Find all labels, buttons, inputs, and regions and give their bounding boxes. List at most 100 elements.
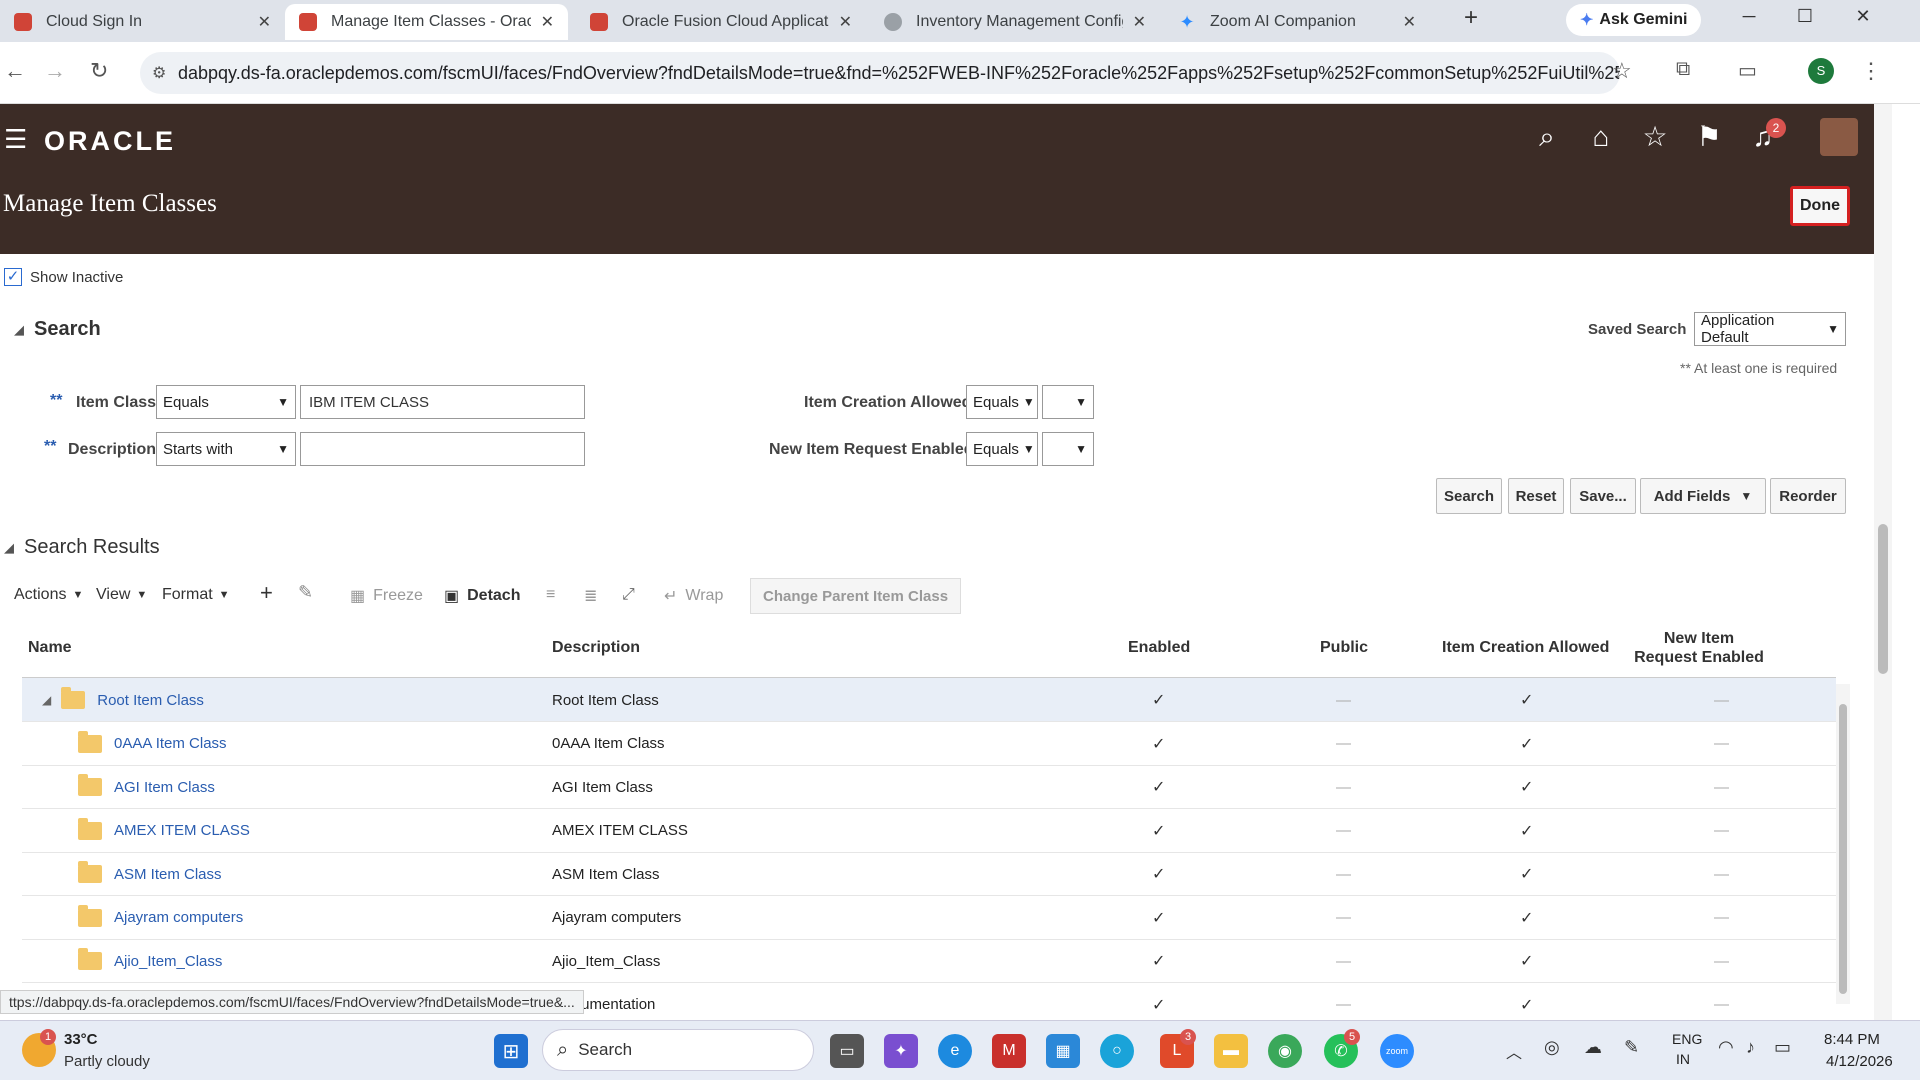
browser-menu-icon[interactable]: ⋮	[1860, 58, 1882, 84]
collapse-triangle-icon[interactable]: ◢	[14, 322, 24, 338]
checkbox-checked-icon[interactable]: ✓	[4, 268, 22, 286]
tab-oracle-fusion[interactable]: Oracle Fusion Cloud Applicatio ✕	[576, 4, 866, 40]
task-view-icon[interactable]: ▭	[830, 1034, 864, 1068]
oracle-logo[interactable]: ORACLE	[44, 126, 176, 157]
reorder-button[interactable]: Reorder	[1770, 478, 1846, 514]
tab-inventory-config[interactable]: Inventory Management Config ✕	[870, 4, 1160, 40]
cell-name[interactable]: 0AAA Item Class	[78, 722, 227, 766]
search-button[interactable]: Search	[1436, 478, 1502, 514]
column-header-public[interactable]: Public	[1320, 618, 1368, 678]
close-tab-icon[interactable]: ✕	[258, 12, 271, 32]
close-tab-icon[interactable]: ✕	[541, 12, 554, 32]
saved-search-select[interactable]: Application Default ▼	[1694, 312, 1846, 346]
expand-triangle-icon[interactable]: ◢	[42, 693, 51, 707]
column-icon-2[interactable]: ≣	[584, 586, 597, 606]
item-class-link[interactable]: ASM Item Class	[114, 866, 222, 883]
clock-date[interactable]: 4/12/2026	[1826, 1053, 1893, 1070]
table-row[interactable]: ASM Item Class ASM Item Class ✓ — ✓ —	[22, 852, 1836, 896]
table-row[interactable]: AMEX ITEM CLASS AMEX ITEM CLASS ✓ — ✓ —	[22, 809, 1836, 853]
language-bottom[interactable]: IN	[1676, 1051, 1690, 1067]
actions-menu[interactable]: Actions ▼	[14, 586, 83, 604]
table-row[interactable]: Ajio_Item_Class Ajio_Item_Class ✓ — ✓ —	[22, 939, 1836, 983]
add-fields-button[interactable]: Add Fields ▼	[1640, 478, 1766, 514]
cell-name[interactable]: ASM Item Class	[78, 852, 222, 896]
home-icon[interactable]: ⌂	[1584, 120, 1618, 154]
column-header-new-item-request[interactable]: New Item Request Enabled	[1634, 618, 1764, 678]
favorites-star-icon[interactable]: ☆	[1638, 120, 1672, 154]
item-class-link[interactable]: Root Item Class	[97, 692, 204, 709]
table-row[interactable]: Ajayram computers Ajayram computers ✓ — ✓ —	[22, 896, 1836, 940]
column-header-enabled[interactable]: Enabled	[1128, 618, 1190, 678]
chrome-icon[interactable]: ◉	[1268, 1034, 1302, 1068]
view-menu[interactable]: View ▼	[96, 586, 147, 604]
clock-time[interactable]: 8:44 PM	[1824, 1031, 1880, 1048]
reset-button[interactable]: Reset	[1508, 478, 1564, 514]
item-class-input[interactable]: IBM ITEM CLASS	[300, 385, 585, 419]
cell-name[interactable]: ◢ Root Item Class	[42, 678, 204, 722]
cell-name[interactable]: Ajayram computers	[78, 896, 243, 940]
add-row-icon[interactable]: +	[260, 580, 273, 606]
volume-icon[interactable]: ♪	[1746, 1037, 1755, 1058]
item-creation-value-select[interactable]: ▼	[1042, 385, 1094, 419]
ask-gemini-button[interactable]: ✦ Ask Gemini	[1566, 4, 1702, 36]
forward-icon[interactable]: →	[44, 58, 66, 84]
battery-icon[interactable]: ▭	[1774, 1037, 1791, 1058]
store-icon[interactable]: ▦	[1046, 1034, 1080, 1068]
edge-icon[interactable]: e	[938, 1034, 972, 1068]
bookmark-star-icon[interactable]: ☆	[1612, 58, 1632, 84]
edit-pencil-icon[interactable]: ✎	[298, 582, 313, 603]
new-item-request-value-select[interactable]: ▼	[1042, 432, 1094, 466]
save-search-button[interactable]: Save...	[1570, 478, 1636, 514]
reload-icon[interactable]: ↻	[90, 58, 108, 84]
pen-icon[interactable]: ✎	[1624, 1037, 1639, 1058]
detach-button[interactable]: ▣ Detach	[444, 586, 520, 606]
expand-icon[interactable]: ⤢	[622, 586, 635, 604]
done-button[interactable]: Done	[1790, 186, 1850, 226]
minimize-icon[interactable]: ─	[1734, 6, 1764, 27]
windows-start-icon[interactable]: ⊞	[494, 1034, 528, 1068]
collapse-triangle-icon[interactable]: ◢	[4, 540, 14, 556]
hamburger-menu-icon[interactable]: ☰	[4, 124, 27, 155]
tab-cloud-sign-in[interactable]: Cloud Sign In ✕	[0, 4, 285, 40]
file-explorer-icon[interactable]: ▬	[1214, 1034, 1248, 1068]
tray-app-icon[interactable]: ◎	[1544, 1037, 1560, 1058]
scrollbar-thumb[interactable]	[1878, 524, 1888, 674]
table-scrollbar[interactable]	[1836, 684, 1850, 1004]
results-section-header[interactable]: ◢ Search Results	[4, 536, 160, 559]
wifi-icon[interactable]: ◠	[1718, 1037, 1734, 1058]
freeze-button[interactable]: ▦ Freeze	[350, 586, 423, 606]
site-info-icon[interactable]: ⚙	[152, 63, 166, 83]
item-class-operator-select[interactable]: Equals ▼	[156, 385, 296, 419]
address-bar[interactable]: ⚙ dabpqy.ds-fa.oraclepdemos.com/fscmUI/f…	[140, 52, 1620, 94]
description-operator-select[interactable]: Starts with ▼	[156, 432, 296, 466]
table-scrollbar-thumb[interactable]	[1839, 704, 1847, 994]
back-icon[interactable]: ←	[4, 58, 26, 84]
table-row[interactable]: ◢ Root Item Class Root Item Class ✓ — ✓ —	[22, 678, 1836, 722]
close-tab-icon[interactable]: ✕	[1133, 12, 1146, 32]
cell-name[interactable]: Ajio_Item_Class	[78, 939, 222, 983]
cortana-icon[interactable]: ○	[1100, 1034, 1134, 1068]
profile-avatar[interactable]: S	[1808, 58, 1834, 84]
tab-zoom-ai[interactable]: ✦ Zoom AI Companion ✕	[1164, 4, 1430, 40]
cell-name[interactable]: AMEX ITEM CLASS	[78, 809, 250, 853]
search-section-header[interactable]: ◢ Search	[14, 318, 101, 341]
close-window-icon[interactable]: ✕	[1848, 6, 1878, 27]
tray-chevron-icon[interactable]: ︿	[1506, 1039, 1522, 1063]
item-class-link[interactable]: 0AAA Item Class	[114, 735, 227, 752]
maximize-icon[interactable]: ☐	[1790, 6, 1820, 27]
show-inactive-checkbox[interactable]: ✓ Show Inactive	[4, 268, 123, 286]
flag-icon[interactable]: ⚑	[1692, 120, 1726, 154]
cell-name[interactable]: AGI Item Class	[78, 765, 215, 809]
column-icon-1[interactable]: ≡	[546, 586, 555, 604]
wrap-button[interactable]: ↵ Wrap	[664, 586, 723, 606]
onedrive-icon[interactable]: ☁	[1584, 1037, 1602, 1058]
tab-manage-item-classes[interactable]: Manage Item Classes - Oracle ✕	[285, 4, 568, 40]
cast-icon[interactable]: ▭	[1738, 58, 1757, 83]
item-creation-operator-select[interactable]: Equals ▼	[966, 385, 1038, 419]
description-input[interactable]	[300, 432, 585, 466]
user-avatar[interactable]	[1820, 118, 1858, 156]
close-tab-icon[interactable]: ✕	[839, 12, 852, 32]
zoom-icon[interactable]: zoom	[1380, 1034, 1414, 1068]
item-class-link[interactable]: Ajio_Item_Class	[114, 953, 222, 970]
column-header-name[interactable]: Name	[28, 618, 72, 678]
